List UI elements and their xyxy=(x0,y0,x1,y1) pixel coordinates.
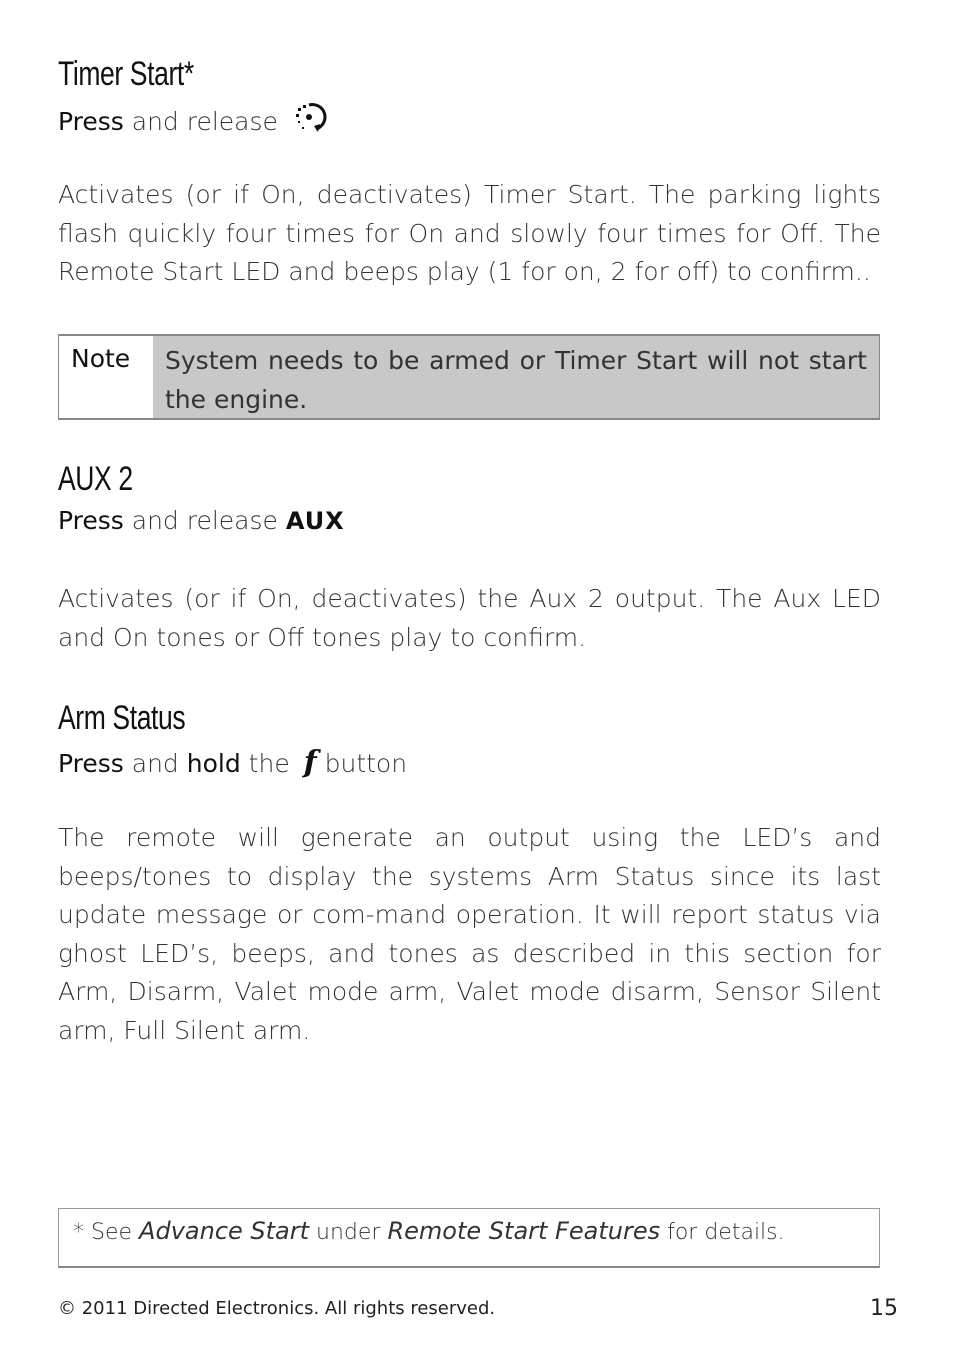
footnote-star: * xyxy=(73,1220,84,1245)
copyright: © 2011 Directed Electronics. All rights … xyxy=(58,1298,496,1319)
the-text: the xyxy=(248,749,290,778)
aux-2-description: Activates (or if On, deactivates) the Au… xyxy=(58,584,881,652)
footnote-ref-advance-start: Advance Start xyxy=(139,1217,310,1245)
press-label: Press xyxy=(58,506,124,535)
function-button-icon: f xyxy=(303,745,317,780)
page-number: 15 xyxy=(870,1296,898,1321)
button-text: button xyxy=(324,749,408,778)
section-title-arm-status: Arm Status xyxy=(58,699,186,737)
press-label: Press xyxy=(58,107,124,136)
section-title-timer-start: Timer Start* xyxy=(58,55,194,93)
arm-status-instruction: Press and hold the f button xyxy=(58,745,407,780)
aux-button-label: AUX xyxy=(285,507,345,535)
footnote-ref-remote-start-features: Remote Start Features xyxy=(387,1217,661,1245)
aux-2-instruction: Press and release AUX xyxy=(58,506,345,535)
footnote-tail: for details. xyxy=(667,1220,785,1245)
section-title-aux-2: AUX 2 xyxy=(58,460,133,498)
arm-status-description: The remote will generate an output using… xyxy=(58,823,881,1045)
press-label: Press xyxy=(58,749,124,778)
footnote-under: under xyxy=(316,1220,381,1245)
hold-label: hold xyxy=(186,749,241,778)
footnote-see: See xyxy=(91,1220,133,1245)
and-text: and xyxy=(131,749,179,778)
timer-start-description: Activates (or if On, deactivates) Timer … xyxy=(58,180,881,286)
note-box: Note System needs to be armed or Timer S… xyxy=(58,334,880,420)
timer-start-icon xyxy=(292,102,328,142)
note-text: System needs to be armed or Timer Start … xyxy=(153,336,879,418)
note-label: Note xyxy=(59,336,153,418)
instruction-text: and release xyxy=(131,506,278,535)
instruction-text: and release xyxy=(131,107,278,136)
timer-start-instruction: Press and release xyxy=(58,102,328,142)
footnote-box: * See Advance Start under Remote Start F… xyxy=(58,1208,880,1268)
